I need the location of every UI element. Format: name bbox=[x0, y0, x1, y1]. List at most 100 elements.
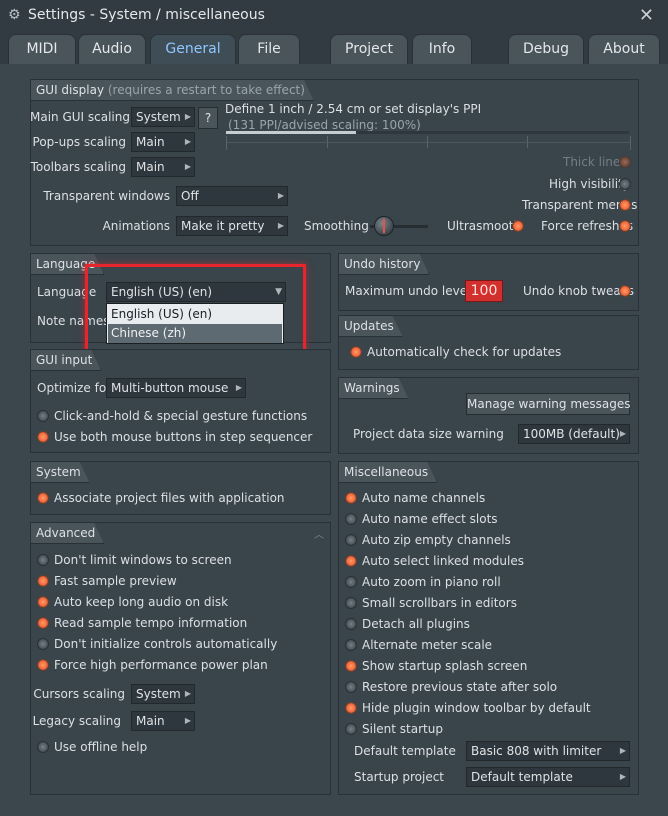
associate-radio[interactable] bbox=[37, 492, 49, 504]
associate-label: Associate project files with application bbox=[54, 491, 285, 505]
ppi-label: Define 1 inch / 2.54 cm or set display's… bbox=[225, 102, 482, 116]
main-gui-scaling-select[interactable]: System ▶ bbox=[131, 107, 195, 127]
default-template-label: Default template bbox=[354, 744, 456, 758]
tab-info[interactable]: Info bbox=[412, 34, 472, 64]
undo-history-header: Undo history bbox=[339, 254, 429, 275]
misc-item-label: Auto select linked modules bbox=[362, 554, 524, 568]
misc-radio-1[interactable] bbox=[345, 513, 357, 525]
misc-radio-2[interactable] bbox=[345, 534, 357, 546]
transparent-menus-radio[interactable] bbox=[619, 199, 631, 211]
undo-knob-radio[interactable] bbox=[619, 285, 631, 297]
tab-file[interactable]: File bbox=[238, 34, 300, 64]
ppi-slider-track[interactable] bbox=[226, 131, 629, 134]
auto-check-label: Automatically check for updates bbox=[367, 345, 562, 359]
main-gui-scaling-label: Main GUI scaling bbox=[30, 110, 130, 124]
warnings-header: Warnings bbox=[339, 378, 409, 399]
legacy-scaling-label: Legacy scaling bbox=[32, 714, 121, 728]
size-warning-label: Project data size warning bbox=[353, 427, 504, 441]
misc-radio-5[interactable] bbox=[345, 597, 357, 609]
misc-item-label: Small scrollbars in editors bbox=[362, 596, 517, 610]
toolbars-scaling-select[interactable]: Main ▶ bbox=[131, 157, 195, 177]
misc-item-label: Auto zoom in piano roll bbox=[362, 575, 501, 589]
advanced-item-label: Force high performance power plan bbox=[54, 658, 268, 672]
misc-radio-6[interactable] bbox=[345, 618, 357, 630]
legacy-scaling-select[interactable]: Main ▶ bbox=[131, 711, 195, 731]
max-undo-label: Maximum undo levels bbox=[345, 284, 477, 298]
chevron-right-icon: ▶ bbox=[184, 137, 191, 146]
startup-project-select[interactable]: Default template ▶ bbox=[466, 767, 630, 787]
tab-project[interactable]: Project bbox=[330, 34, 408, 64]
manage-warnings-button[interactable]: Manage warning messages bbox=[466, 393, 631, 415]
default-template-select[interactable]: Basic 808 with limiter ▶ bbox=[466, 741, 630, 761]
gear-icon: ⚙ bbox=[8, 7, 21, 23]
misc-radio-7[interactable] bbox=[345, 639, 357, 651]
misc-item-label: Auto zip empty channels bbox=[362, 533, 511, 547]
tab-debug[interactable]: Debug bbox=[508, 34, 584, 64]
ultrasmooth-label: Ultrasmooth bbox=[447, 219, 522, 233]
advanced-radio-2[interactable] bbox=[37, 596, 49, 608]
advanced-radio-0[interactable] bbox=[37, 554, 49, 566]
smoothing-knob[interactable] bbox=[374, 216, 394, 236]
misc-radio-8[interactable] bbox=[345, 660, 357, 672]
chevron-up-icon[interactable]: ︿ bbox=[314, 526, 324, 541]
gui-display-header: GUI display (requires a restart to take … bbox=[31, 80, 314, 101]
advanced-item-label: Don't limit windows to screen bbox=[54, 553, 232, 567]
chevron-right-icon: ▶ bbox=[184, 162, 191, 171]
chevron-right-icon: ▶ bbox=[184, 689, 191, 698]
size-warning-select[interactable]: 100MB (default) ▶ bbox=[518, 424, 630, 444]
chevron-right-icon: ▶ bbox=[619, 429, 626, 438]
misc-radio-4[interactable] bbox=[345, 576, 357, 588]
misc-radio-3[interactable] bbox=[345, 555, 357, 567]
close-icon[interactable]: ✕ bbox=[639, 5, 654, 26]
undo-knob-label: Undo knob tweaks bbox=[523, 284, 634, 298]
miscellaneous-header: Miscellaneous bbox=[339, 462, 437, 483]
optimize-select[interactable]: Multi-button mouse ▶ bbox=[106, 378, 246, 398]
animations-label: Animations bbox=[102, 219, 170, 233]
misc-radio-9[interactable] bbox=[345, 681, 357, 693]
tab-audio[interactable]: Audio bbox=[78, 34, 146, 64]
smoothing-label: Smoothing bbox=[304, 219, 369, 233]
misc-item-label: Detach all plugins bbox=[362, 617, 470, 631]
help-button[interactable]: ? bbox=[198, 107, 218, 129]
updates-header: Updates bbox=[339, 316, 403, 337]
animations-select[interactable]: Make it pretty ▶ bbox=[176, 216, 288, 236]
chevron-right-icon: ▶ bbox=[619, 746, 626, 755]
chevron-right-icon: ▶ bbox=[184, 112, 191, 121]
force-refreshes-radio[interactable] bbox=[619, 220, 631, 232]
misc-radio-10[interactable] bbox=[345, 702, 357, 714]
popups-scaling-label: Pop-ups scaling bbox=[32, 135, 126, 149]
offline-help-radio[interactable] bbox=[37, 741, 49, 753]
chevron-right-icon: ▶ bbox=[235, 383, 242, 392]
offline-help-label: Use offline help bbox=[54, 740, 148, 754]
tab-about[interactable]: About bbox=[588, 34, 660, 64]
auto-check-radio[interactable] bbox=[350, 346, 362, 358]
misc-radio-11[interactable] bbox=[345, 723, 357, 735]
both-buttons-label: Use both mouse buttons in step sequencer bbox=[54, 430, 313, 444]
advanced-radio-1[interactable] bbox=[37, 575, 49, 587]
advanced-item-label: Read sample tempo information bbox=[54, 616, 248, 630]
max-undo-value[interactable]: 100 bbox=[465, 280, 503, 302]
thick-lines-radio[interactable] bbox=[619, 156, 631, 168]
gui-display-note: (requires a restart to take effect) bbox=[107, 83, 305, 97]
advanced-radio-5[interactable] bbox=[37, 659, 49, 671]
advanced-radio-3[interactable] bbox=[37, 617, 49, 629]
advanced-item-label: Auto keep long audio on disk bbox=[54, 595, 229, 609]
advanced-radio-4[interactable] bbox=[37, 638, 49, 650]
tab-general[interactable]: General bbox=[150, 34, 236, 64]
tab-midi[interactable]: MIDI bbox=[8, 34, 76, 64]
system-header: System bbox=[31, 462, 90, 483]
ultrasmooth-radio[interactable] bbox=[512, 220, 524, 232]
click-hold-radio[interactable] bbox=[37, 410, 49, 422]
popups-scaling-select[interactable]: Main ▶ bbox=[131, 132, 195, 152]
thick-lines-label: Thick lines bbox=[563, 155, 627, 169]
both-buttons-radio[interactable] bbox=[37, 431, 49, 443]
misc-radio-0[interactable] bbox=[345, 492, 357, 504]
misc-item-label: Hide plugin window toolbar by default bbox=[362, 701, 591, 715]
transparent-windows-select[interactable]: Off ▶ bbox=[176, 186, 288, 206]
cursors-scaling-select[interactable]: System ▶ bbox=[131, 684, 195, 704]
misc-item-label: Alternate meter scale bbox=[362, 638, 493, 652]
high-visibility-radio[interactable] bbox=[619, 178, 631, 190]
chevron-right-icon: ▶ bbox=[277, 221, 284, 230]
updates-panel: Updates bbox=[338, 315, 639, 370]
system-panel: System bbox=[30, 461, 331, 515]
